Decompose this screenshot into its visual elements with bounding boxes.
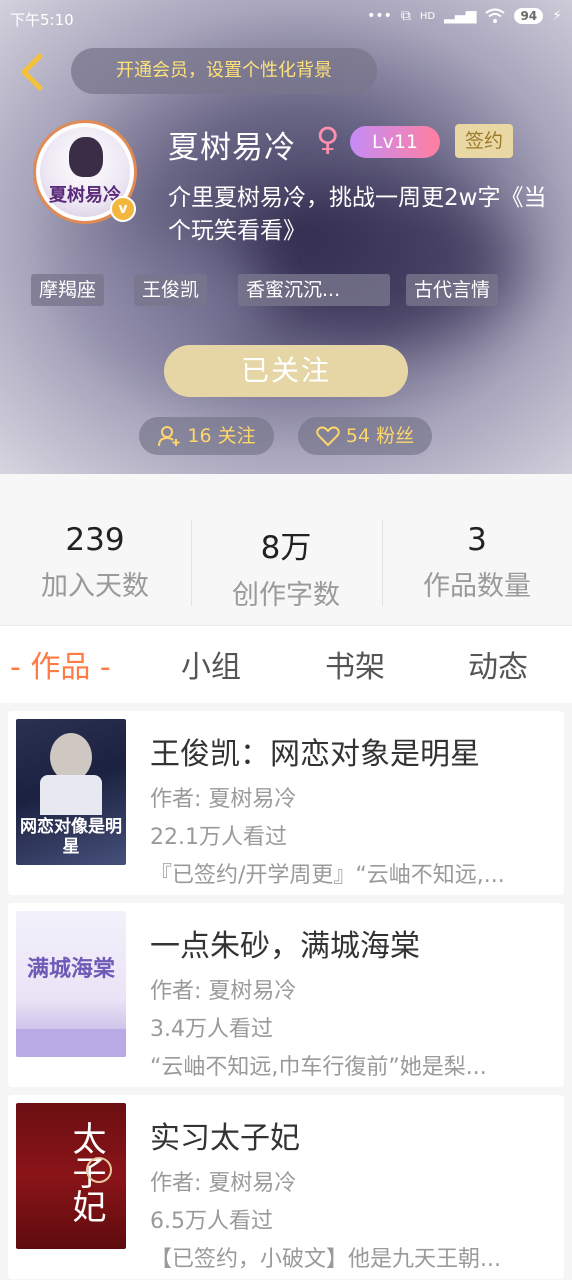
work-card[interactable]: 网恋对像是明星 王俊凯：网恋对象是明星 作者: 夏树易冷 22.1万人看过 『已… (8, 711, 564, 895)
follow-button[interactable]: 已关注 (164, 345, 408, 397)
more-dots-icon: ••• (367, 8, 392, 24)
fans-count: 54 粉丝 (345, 425, 415, 447)
battery-indicator: 94 (514, 8, 544, 24)
work-author: 作者: 夏树易冷 (150, 979, 297, 1004)
work-title: 实习太子妃 (150, 1121, 300, 1156)
profile-header: 下午5:10 ••• ⧉ HD ▂▄▆ 94 ⚡ 开通会员，设置个性化背景 夏树… (0, 0, 572, 474)
book-cover[interactable]: 满城海棠 (16, 911, 126, 1057)
stat-label: 加入天数 (41, 571, 149, 602)
work-views: 6.5万人看过 (150, 1209, 273, 1234)
status-bar: 下午5:10 ••• ⧉ HD ▂▄▆ 94 ⚡ (0, 0, 572, 38)
cover-figure (50, 733, 92, 781)
tab-groups[interactable]: 小组 (181, 642, 241, 686)
verified-badge-icon: v (110, 196, 136, 222)
cover-text: 满城海棠 (26, 957, 115, 982)
stat-divider (382, 520, 383, 606)
stat-label: 作品数量 (423, 571, 531, 602)
tag-item[interactable]: 香蜜沉沉... (238, 274, 390, 306)
book-cover[interactable]: 太子妃 (16, 1103, 126, 1249)
back-button[interactable] (14, 50, 50, 94)
work-views: 22.1万人看过 (150, 825, 287, 850)
work-card[interactable]: 满城海棠 一点朱砂，满城海棠 作者: 夏树易冷 3.4万人看过 “云岫不知远,巾… (8, 903, 564, 1087)
chevron-left-icon (21, 53, 43, 91)
stat-works-count: 3 作品数量 (382, 522, 572, 603)
tab-bookshelf[interactable]: 书架 (325, 642, 385, 686)
charging-icon: ⚡ (552, 8, 562, 24)
user-bio: 介里夏树易冷，挑战一周更2w字《当个玩笑看看》 (168, 185, 547, 244)
work-title: 王俊凯：网恋对象是明星 (150, 737, 480, 772)
tag-item[interactable]: 古代言情 (406, 274, 499, 306)
stat-divider (191, 520, 192, 606)
fans-count-button[interactable]: 54 粉丝 (298, 417, 432, 455)
work-title: 一点朱砂，满城海棠 (150, 929, 420, 964)
stat-label: 创作字数 (232, 580, 340, 611)
female-icon: ♀ (316, 120, 340, 158)
person-add-icon (158, 426, 180, 447)
following-count: 16 关注 (187, 425, 256, 447)
work-description: 『已签约/开学周更』“云岫不知远,... (150, 863, 505, 888)
status-icons: ••• ⧉ HD ▂▄▆ 94 ⚡ (367, 8, 562, 24)
stat-value: 8万 (260, 530, 312, 566)
wifi-icon (485, 8, 506, 23)
cover-wave (16, 1029, 126, 1057)
work-card[interactable]: 太子妃 实习太子妃 作者: 夏树易冷 6.5万人看过 【已签约，小破文】他是九天… (8, 1095, 564, 1279)
book-cover[interactable]: 网恋对像是明星 (16, 719, 126, 865)
stat-value: 239 (65, 522, 125, 558)
cover-figure-body (40, 775, 102, 815)
heart-icon (316, 426, 340, 447)
tab-activity[interactable]: 动态 (468, 642, 528, 686)
cover-text: 网恋对像是明星 (20, 817, 122, 857)
tab-works[interactable]: - 作品 - (10, 642, 111, 686)
tag-item[interactable]: 摩羯座 (31, 274, 105, 306)
following-count-button[interactable]: 16 关注 (139, 417, 274, 455)
level-badge: Lv11 (350, 126, 440, 158)
work-description: 【已签约，小破文】他是九天王朝... (150, 1247, 501, 1272)
stat-join-days: 239 加入天数 (0, 522, 190, 603)
status-time: 下午5:10 (10, 11, 74, 29)
screen-icon: ⧉ (400, 8, 411, 24)
stats-panel: 239 加入天数 8万 创作字数 3 作品数量 (0, 474, 572, 624)
user-name: 夏树易冷 (168, 130, 296, 166)
signed-badge: 签约 (455, 124, 513, 158)
work-author: 作者: 夏树易冷 (150, 787, 297, 812)
network-label: HD (419, 10, 436, 22)
stat-value: 3 (467, 522, 487, 558)
work-views: 3.4万人看过 (150, 1017, 273, 1042)
cover-seal (86, 1157, 112, 1183)
work-description: “云岫不知远,巾车行復前”她是梨... (150, 1055, 487, 1080)
vip-background-prompt[interactable]: 开通会员，设置个性化背景 (71, 48, 377, 94)
profile-tabs: - 作品 - 小组 书架 动态 (0, 625, 572, 703)
work-author: 作者: 夏树易冷 (150, 1171, 297, 1196)
stat-word-count: 8万 创作字数 (191, 522, 381, 612)
signal-icon: ▂▄▆ (444, 8, 477, 24)
tag-item[interactable]: 王俊凯 (134, 274, 208, 306)
avatar-figure (69, 137, 103, 177)
